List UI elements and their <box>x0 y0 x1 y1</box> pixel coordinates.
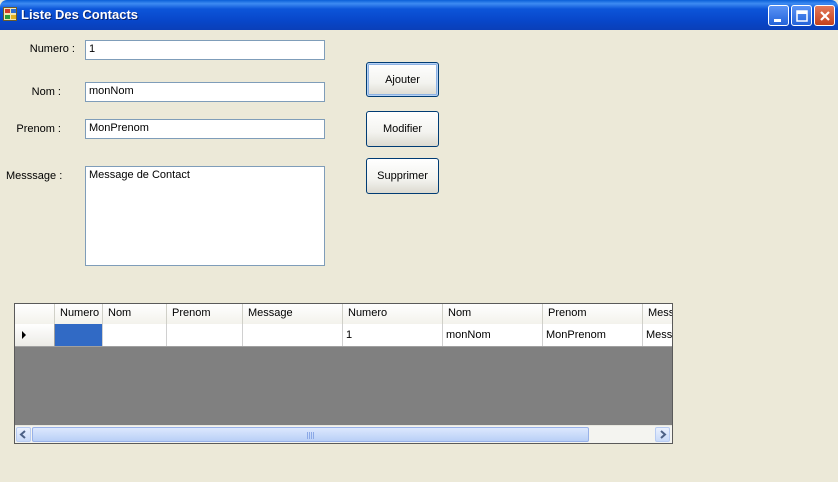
contacts-grid[interactable]: Numero Nom Prenom Message Numero Nom Pre… <box>14 303 673 444</box>
message-label: Messsage : <box>6 170 63 182</box>
table-cell[interactable]: monNom <box>443 324 543 346</box>
horizontal-scrollbar[interactable] <box>15 425 672 443</box>
minimize-button[interactable] <box>768 5 789 26</box>
modifier-button[interactable]: Modifier <box>366 111 439 147</box>
scroll-left-button[interactable] <box>16 427 31 442</box>
maximize-icon <box>796 10 808 22</box>
prenom-label: Prenom : <box>16 123 61 135</box>
nom-label: Nom : <box>31 86 61 98</box>
table-row[interactable]: 1 monNom MonPrenom Mess <box>15 324 672 347</box>
column-header[interactable]: Nom <box>443 304 543 324</box>
supprimer-button[interactable]: Supprimer <box>366 158 439 194</box>
app-icon <box>3 7 17 21</box>
table-cell[interactable] <box>103 324 167 346</box>
column-header[interactable]: Numero <box>343 304 443 324</box>
nom-field[interactable]: monNom <box>85 82 325 102</box>
column-header[interactable]: Nom <box>103 304 167 324</box>
numero-field[interactable]: 1 <box>85 40 325 60</box>
chevron-right-icon <box>660 430 667 439</box>
column-header[interactable]: Message <box>243 304 343 324</box>
table-cell[interactable] <box>243 324 343 346</box>
table-cell[interactable] <box>55 324 103 346</box>
prenom-field[interactable]: MonPrenom <box>85 119 325 139</box>
scroll-right-button[interactable] <box>655 427 670 442</box>
table-cell[interactable]: 1 <box>343 324 443 346</box>
chevron-left-icon <box>19 430 26 439</box>
close-button[interactable] <box>814 5 835 26</box>
maximize-button[interactable] <box>791 5 812 26</box>
table-cell[interactable]: MonPrenom <box>543 324 643 346</box>
row-header[interactable] <box>15 324 55 346</box>
message-textarea[interactable]: Message de Contact <box>85 166 325 266</box>
table-cell[interactable]: Mess <box>643 324 672 346</box>
title-bar: Liste Des Contacts <box>0 0 838 30</box>
column-header[interactable]: Numero <box>55 304 103 324</box>
table-cell[interactable] <box>167 324 243 346</box>
close-icon <box>820 11 830 21</box>
current-row-arrow-icon <box>22 331 26 339</box>
column-header[interactable]: Prenom <box>167 304 243 324</box>
window-title: Liste Des Contacts <box>21 7 139 22</box>
scroll-thumb[interactable] <box>32 427 589 442</box>
grid-corner <box>15 304 55 324</box>
ajouter-button[interactable]: Ajouter <box>366 62 439 97</box>
column-header[interactable]: Prenom <box>543 304 643 324</box>
grip-icon <box>306 432 315 439</box>
column-header[interactable]: Mess <box>643 304 672 324</box>
grid-header: Numero Nom Prenom Message Numero Nom Pre… <box>15 304 672 325</box>
minimize-icon <box>774 19 781 22</box>
numero-label: Numero : <box>29 43 75 55</box>
